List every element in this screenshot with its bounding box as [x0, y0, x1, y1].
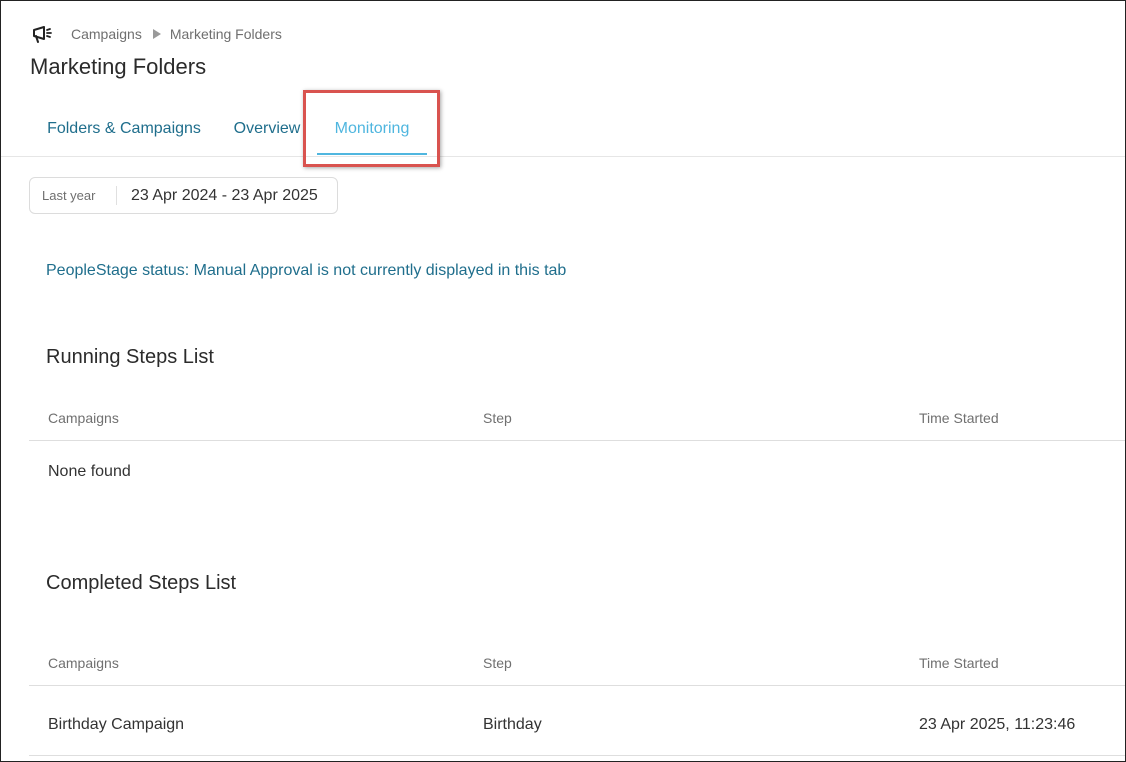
active-tab-indicator — [317, 153, 427, 155]
breadcrumb: Campaigns Marketing Folders — [31, 23, 282, 45]
tab-folders-campaigns[interactable]: Folders & Campaigns — [35, 101, 213, 156]
column-header-step[interactable]: Step — [483, 410, 512, 426]
tab-monitoring[interactable]: Monitoring — [317, 101, 427, 156]
completed-steps-title: Completed Steps List — [46, 572, 237, 594]
empty-state-text: None found — [48, 463, 131, 480]
tab-overview[interactable]: Overview — [225, 101, 309, 156]
date-range-value: 23 Apr 2024 - 23 Apr 2025 — [131, 186, 318, 204]
tab-bar: Folders & Campaigns Overview Monitoring — [1, 101, 1125, 157]
table-row[interactable]: Birthday Campaign Birthday 23 Apr 2025, … — [29, 694, 1125, 756]
status-note: PeopleStage status: Manual Approval is n… — [46, 262, 567, 279]
running-table-header: Campaigns Step Time Started — [29, 395, 1125, 441]
tab-label: Overview — [233, 119, 301, 137]
cell-step: Birthday — [483, 715, 542, 733]
column-header-campaigns[interactable]: Campaigns — [48, 655, 119, 671]
column-header-time-started[interactable]: Time Started — [919, 655, 999, 671]
tab-label: Folders & Campaigns — [47, 119, 201, 137]
cell-campaign: Birthday Campaign — [48, 715, 185, 733]
completed-table-header: Campaigns Step Time Started — [29, 640, 1125, 686]
column-header-step[interactable]: Step — [483, 655, 512, 671]
page-title: Marketing Folders — [30, 54, 207, 79]
breadcrumb-current: Marketing Folders — [169, 26, 282, 42]
date-preset-label: Last year — [42, 188, 96, 203]
column-header-campaigns[interactable]: Campaigns — [48, 410, 119, 426]
date-range-filter[interactable]: Last year 23 Apr 2024 - 23 Apr 2025 — [29, 177, 338, 214]
empty-state-row: None found — [29, 442, 1125, 502]
column-header-time-started[interactable]: Time Started — [919, 410, 999, 426]
cell-time-started: 23 Apr 2025, 11:23:46 — [919, 715, 1076, 733]
breadcrumb-campaigns-link[interactable]: Campaigns — [71, 26, 142, 42]
running-steps-title: Running Steps List — [46, 346, 214, 368]
app-window: Campaigns Marketing Folders Marketing Fo… — [0, 0, 1126, 762]
chevron-right-icon — [152, 29, 161, 39]
tab-label: Monitoring — [334, 119, 410, 137]
megaphone-icon — [31, 23, 57, 45]
